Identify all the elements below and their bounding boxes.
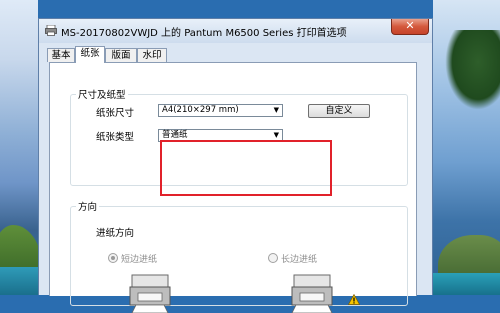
long-edge-feed-radio[interactable]: 长边进纸 — [268, 252, 317, 265]
paper-size-group-title: 尺寸及纸型 — [76, 87, 128, 101]
paper-tab-panel: 尺寸及纸型 纸张尺寸 A4(210×297 mm) ▼ 自定义 纸张类型 普通纸… — [49, 62, 417, 313]
highlight-annotation-box — [160, 140, 332, 196]
tab-layout[interactable]: 版面 — [105, 48, 137, 62]
paper-size-label: 纸张尺寸 — [96, 108, 135, 119]
desktop-background-right — [433, 0, 500, 295]
custom-size-button[interactable]: 自定义 — [308, 104, 370, 118]
desktop-water — [433, 273, 500, 295]
warning-icon — [348, 294, 360, 305]
printer-long-edge-illustration-icon — [291, 274, 333, 313]
radio-selected-icon — [108, 253, 118, 263]
desktop-background-left — [0, 0, 42, 295]
paper-size-select[interactable]: A4(210×297 mm) ▼ — [158, 104, 283, 117]
radio-unselected-icon — [268, 253, 278, 263]
desktop-tree — [445, 30, 500, 110]
short-edge-feed-radio[interactable]: 短边进纸 — [108, 252, 157, 265]
tab-basic[interactable]: 基本 — [47, 48, 75, 62]
printer-short-edge-illustration-icon — [129, 274, 171, 313]
window-title: MS-20170802VWJD 上的 Pantum M6500 Series 打… — [61, 28, 347, 39]
tab-watermark[interactable]: 水印 — [137, 48, 167, 62]
tab-paper[interactable]: 纸张 — [75, 46, 105, 63]
paper-type-value: 普通纸 — [162, 130, 188, 140]
desktop-sea — [0, 267, 38, 295]
printer-icon — [45, 25, 57, 36]
paper-type-label: 纸张类型 — [96, 132, 135, 143]
printer-preferences-window: MS-20170802VWJD 上的 Pantum M6500 Series 打… — [38, 18, 433, 313]
paper-size-value: A4(210×297 mm) — [162, 105, 239, 115]
feed-direction-label: 进纸方向 — [96, 228, 135, 239]
long-edge-feed-label: 长边进纸 — [281, 255, 318, 265]
close-button[interactable]: ✕ — [391, 19, 429, 35]
short-edge-feed-label: 短边进纸 — [121, 255, 158, 265]
title-bar[interactable]: MS-20170802VWJD 上的 Pantum M6500 Series 打… — [39, 19, 432, 43]
orientation-group-title: 方向 — [76, 199, 100, 213]
chevron-down-icon: ▼ — [273, 106, 279, 114]
